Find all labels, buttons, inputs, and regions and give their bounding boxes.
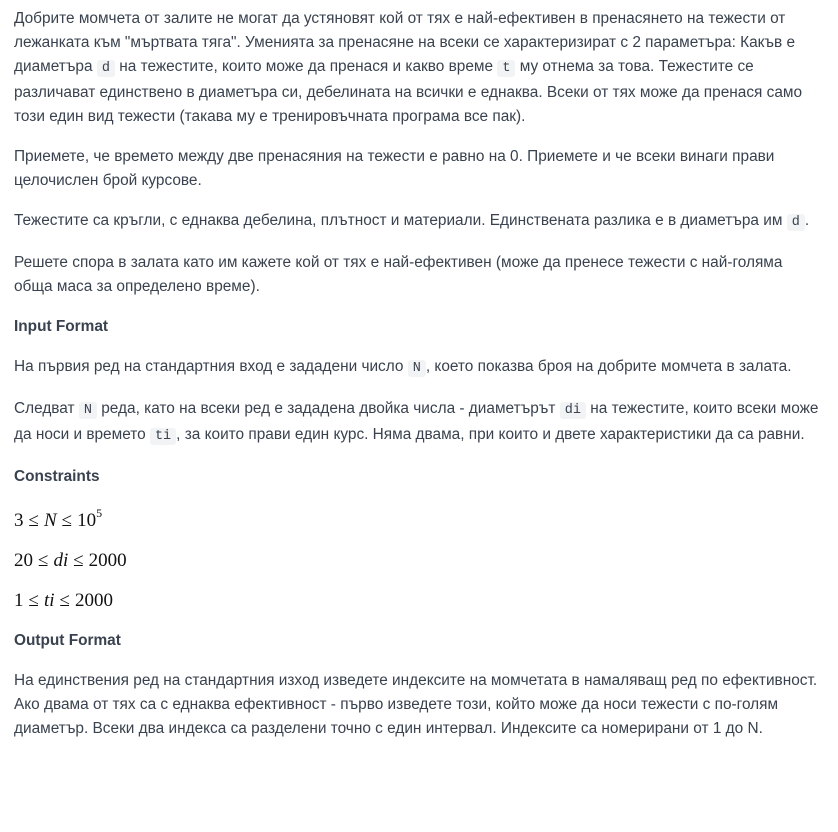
code-d: d (96, 60, 115, 77)
intro-text: на тежестите, които може да пренася и ка… (114, 58, 498, 75)
math-exponent: 5 (96, 506, 103, 520)
intro-paragraph-4: Решете спора в залата като им кажете кой… (14, 254, 783, 295)
input-text: реда, като на всеки ред е зададена двойк… (96, 400, 560, 417)
input-text: , за които прави един курс. Няма двама, … (176, 426, 805, 443)
math-variable: N (43, 510, 57, 531)
math-number: 3 (14, 510, 24, 531)
math-relation: ≤ (28, 590, 39, 611)
code-t: t (497, 60, 516, 77)
intro-paragraph-2: Приемете, че времето между две пренасяни… (14, 148, 775, 189)
problem-statement: Добрите момчета от залите не могат да ус… (0, 0, 838, 741)
math-number: 1 (14, 590, 24, 611)
math-number: 20 (14, 550, 33, 571)
math-variable: ti (43, 590, 55, 611)
code-di: di (559, 402, 586, 419)
input-format-paragraph-1: На първия ред на стандартния вход е зада… (14, 355, 824, 381)
intro-text: Тежестите са кръгли, с еднаква дебелина,… (14, 212, 787, 229)
output-format-paragraph-1: На единствения ред на стандартния изход … (14, 672, 818, 737)
math-relation: ≤ (28, 510, 39, 531)
math-relation: ≤ (73, 550, 84, 571)
code-n: N (78, 402, 97, 419)
constraints-heading: Constraints (14, 468, 100, 485)
constraint-n: 3 ≤ N ≤105 (14, 506, 824, 533)
math-relation: ≤ (61, 510, 73, 531)
input-text: Следват (14, 400, 79, 417)
intro-paragraph-1: Добрите момчета от залите не могат да ус… (14, 7, 824, 129)
intro-paragraph-3: Тежестите са кръгли, с еднаква дебелина,… (14, 209, 824, 235)
input-text: На първия ред на стандартния вход е зада… (14, 358, 408, 375)
input-format-heading: Input Format (14, 318, 109, 335)
math-number: 2000 (88, 550, 127, 571)
math-number: 10 (77, 510, 97, 531)
code-d: d (786, 214, 805, 231)
math-number: 2000 (74, 590, 113, 611)
output-format-heading: Output Format (14, 632, 121, 649)
math-relation: ≤ (38, 550, 49, 571)
math-variable: di (53, 550, 69, 571)
code-n: N (407, 360, 426, 377)
constraint-ti: 1 ≤ ti ≤2000 (14, 589, 824, 613)
input-text: , което показва броя на добрите момчета … (425, 358, 792, 375)
constraint-di: 20 ≤ di ≤2000 (14, 549, 824, 573)
intro-text: . (804, 212, 810, 229)
input-format-paragraph-2: Следват N реда, като на всеки ред е зада… (14, 397, 824, 449)
code-ti: ti (149, 428, 177, 445)
math-relation: ≤ (59, 590, 70, 611)
